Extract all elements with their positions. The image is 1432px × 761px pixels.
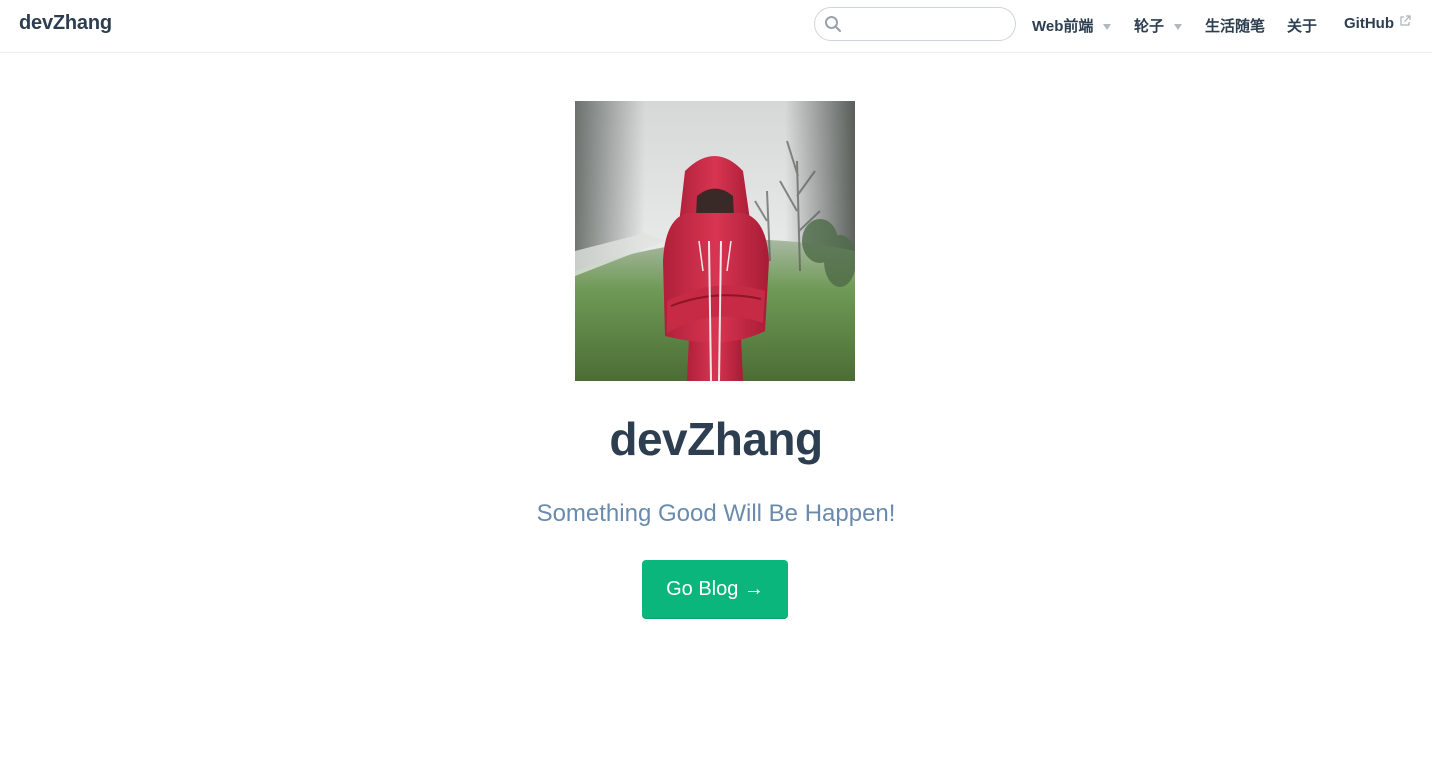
search-box[interactable] (814, 7, 1016, 41)
nav-item-wheels[interactable]: 轮子 (1134, 15, 1183, 36)
external-link-icon (1400, 14, 1411, 26)
navbar: devZhang Web前端 轮子 生活随笔 关于 GitHub (0, 0, 1432, 53)
nav-item-label: 轮子 (1134, 18, 1165, 35)
site-name-link[interactable]: devZhang (19, 12, 112, 35)
nav-item-github[interactable]: GitHub (1344, 14, 1411, 32)
search-input[interactable] (849, 12, 1009, 36)
hero-image (575, 101, 855, 381)
nav-item-about[interactable]: 关于 (1287, 15, 1317, 36)
nav-item-label: GitHub (1344, 15, 1394, 32)
nav-item-label: 关于 (1287, 18, 1318, 35)
nav-item-life-notes[interactable]: 生活随笔 (1205, 15, 1265, 36)
go-blog-button[interactable]: Go Blog → (642, 560, 788, 619)
hero-title: devZhang (609, 413, 823, 465)
nav-item-web-frontend[interactable]: Web前端 (1032, 15, 1112, 36)
nav-item-label: 生活随笔 (1205, 18, 1266, 35)
hero-description: Something Good Will Be Happen! (536, 500, 896, 527)
hoodie-person-photo (575, 101, 855, 381)
dropdown-caret-icon (1174, 23, 1183, 30)
nav-item-label: Web前端 (1032, 18, 1094, 35)
dropdown-caret-icon (1103, 23, 1112, 30)
search-icon (825, 16, 842, 33)
